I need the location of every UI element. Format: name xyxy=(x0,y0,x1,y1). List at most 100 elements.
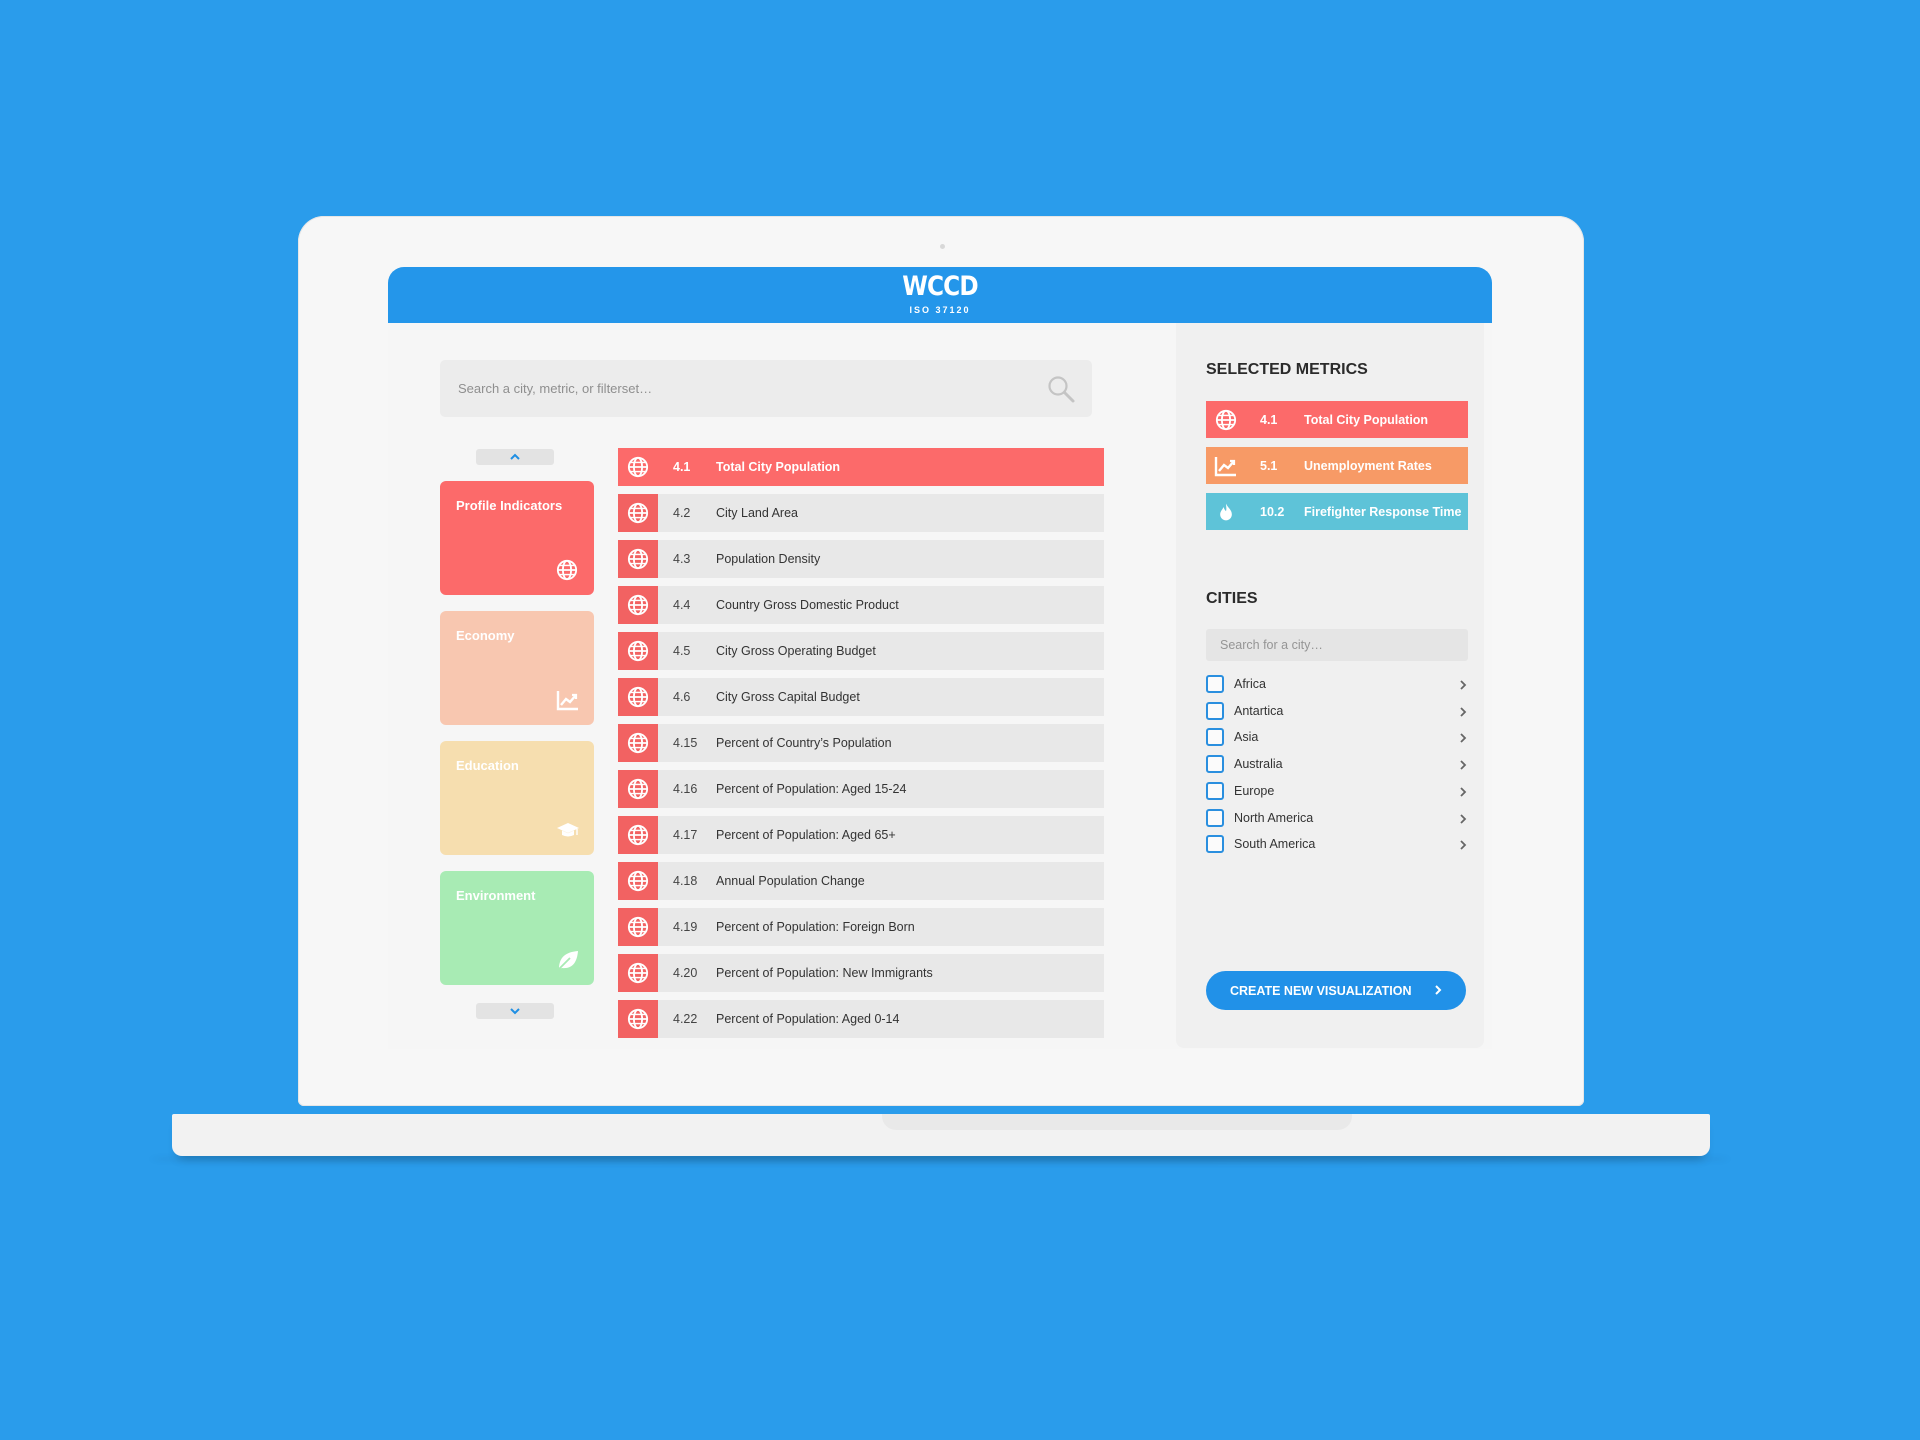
globe-icon xyxy=(618,448,658,486)
metric-number: 4.1 xyxy=(673,460,691,474)
city-checkbox[interactable] xyxy=(1206,781,1224,800)
city-item[interactable]: South America xyxy=(1206,834,1468,854)
chevron-right-icon[interactable] xyxy=(1458,705,1468,717)
metric-row[interactable]: 4.6 City Gross Capital Budget xyxy=(618,678,1104,716)
globe-icon xyxy=(618,770,658,808)
metric-name: Percent of Population: Foreign Born xyxy=(716,920,915,934)
globe-icon xyxy=(618,862,658,900)
city-item[interactable]: Australia xyxy=(1206,754,1468,774)
city-checkbox[interactable] xyxy=(1206,755,1224,774)
laptop-base-notch xyxy=(882,1114,1352,1130)
category-card-profile-indicators[interactable]: Profile Indicators xyxy=(440,481,594,595)
graduation-cap-icon xyxy=(556,819,580,841)
chevron-right-icon[interactable] xyxy=(1458,785,1468,797)
metric-row[interactable]: 4.19 Percent of Population: Foreign Born xyxy=(618,908,1104,946)
chevron-right-icon[interactable] xyxy=(1458,678,1468,690)
flame-icon xyxy=(1206,501,1246,523)
globe-icon xyxy=(618,678,658,716)
metric-row[interactable]: 4.2 City Land Area xyxy=(618,494,1104,532)
metric-name: Country Gross Domestic Product xyxy=(716,598,899,612)
globe-icon xyxy=(618,954,658,992)
city-name: North America xyxy=(1234,810,1314,825)
right-panel: SELECTED METRICS 4.1 Total City Populatio… xyxy=(1176,323,1484,1048)
logo[interactable]: WCCD xyxy=(465,271,1414,302)
laptop-camera xyxy=(940,244,945,249)
city-name: Africa xyxy=(1234,677,1266,691)
selected-metric-item[interactable]: 4.1 Total City Population xyxy=(1206,401,1468,438)
selected-metric-item[interactable]: 10.2 Firefighter Response Time xyxy=(1206,493,1468,530)
metric-name: Percent of Population: New Immigrants xyxy=(716,966,933,980)
category-card-economy[interactable]: Economy xyxy=(440,611,594,725)
metric-row[interactable]: 4.15 Percent of Country’s Population xyxy=(618,724,1104,762)
search-icon[interactable] xyxy=(1046,374,1076,404)
selected-metric-name: Total City Population xyxy=(1304,412,1429,427)
chevron-right-icon[interactable] xyxy=(1458,731,1468,744)
metric-list: 4.1 Total City Population 4.2 City Land Are… xyxy=(618,448,1104,1046)
scroll-up-button[interactable] xyxy=(476,449,554,465)
metric-row[interactable]: 4.22 Percent of Population: Aged 0-14 xyxy=(618,1000,1104,1038)
search-input[interactable] xyxy=(458,360,1038,417)
city-checkbox[interactable] xyxy=(1206,675,1224,693)
leaf-icon xyxy=(556,949,580,971)
metric-name: City Gross Capital Budget xyxy=(716,690,860,704)
metric-name: Percent of Population: Aged 15-24 xyxy=(716,782,907,796)
metric-row[interactable]: 4.4 Country Gross Domestic Product xyxy=(618,586,1104,624)
metric-name: City Gross Operating Budget xyxy=(716,644,876,658)
city-item[interactable]: Antartica xyxy=(1206,701,1468,721)
selected-metric-name: Unemployment Rates xyxy=(1304,458,1432,473)
metric-number: 4.19 xyxy=(673,920,698,934)
line-chart-icon xyxy=(1206,455,1246,477)
globe-icon xyxy=(618,1000,658,1038)
globe-icon xyxy=(556,559,580,581)
metric-row[interactable]: 4.18 Annual Population Change xyxy=(618,862,1104,900)
category-card-environment[interactable]: Environment xyxy=(440,871,594,985)
chevron-right-icon[interactable] xyxy=(1458,758,1468,770)
metric-row[interactable]: 4.1 Total City Population xyxy=(618,448,1104,486)
city-name: South America xyxy=(1234,837,1316,852)
metric-number: 4.2 xyxy=(673,506,691,520)
city-search-input[interactable] xyxy=(1206,629,1468,661)
city-checkbox[interactable] xyxy=(1206,728,1224,747)
metric-name: Percent of Population: Aged 65+ xyxy=(716,828,896,842)
logo-subtitle: ISO 37120 xyxy=(909,305,971,315)
metric-row[interactable]: 4.16 Percent of Population: Aged 15-24 xyxy=(618,770,1104,808)
category-label: Education xyxy=(456,758,519,773)
city-name: Antartica xyxy=(1234,703,1284,718)
city-checkbox[interactable] xyxy=(1206,701,1224,720)
chevron-down-icon xyxy=(510,1008,520,1015)
category-card-education[interactable]: Education xyxy=(440,741,594,855)
category-label: Profile Indicators xyxy=(456,498,563,513)
city-name: Asia xyxy=(1234,730,1259,745)
selected-metrics-heading: SELECTED METRICS xyxy=(1206,361,1368,378)
metric-number: 4.15 xyxy=(673,736,698,750)
metric-row[interactable]: 4.5 City Gross Operating Budget xyxy=(618,632,1104,670)
city-item[interactable]: Africa xyxy=(1206,674,1468,694)
chevron-up-icon xyxy=(510,453,520,460)
metric-name: City Land Area xyxy=(716,506,798,520)
create-visualization-button[interactable]: CREATE NEW VISUALIZATION xyxy=(1206,971,1466,1010)
globe-icon xyxy=(618,724,658,762)
city-checkbox[interactable] xyxy=(1206,808,1224,827)
city-item[interactable]: Asia xyxy=(1206,727,1468,747)
chevron-right-icon xyxy=(1435,985,1442,995)
chevron-right-icon[interactable] xyxy=(1458,812,1468,824)
metric-row[interactable]: 4.3 Population Density xyxy=(618,540,1104,578)
globe-icon xyxy=(618,632,658,670)
city-checkbox[interactable] xyxy=(1206,835,1224,854)
app-screen: WCCD ISO 37120 Profile Indicators Economy… xyxy=(388,267,1492,1049)
category-label: Economy xyxy=(456,628,515,643)
city-item[interactable]: Europe xyxy=(1206,781,1468,801)
cities-heading: CITIES xyxy=(1206,590,1258,607)
globe-icon xyxy=(618,908,658,946)
create-visualization-label: CREATE NEW VISUALIZATION xyxy=(1230,983,1412,998)
scroll-down-button[interactable] xyxy=(476,1003,554,1019)
chevron-right-icon[interactable] xyxy=(1458,838,1468,850)
metric-number: 4.18 xyxy=(673,874,698,888)
metric-name: Population Density xyxy=(716,552,821,566)
selected-metric-item[interactable]: 5.1 Unemployment Rates xyxy=(1206,447,1468,484)
metric-row[interactable]: 4.17 Percent of Population: Aged 65+ xyxy=(618,816,1104,854)
globe-icon xyxy=(618,494,658,532)
city-name: Australia xyxy=(1234,757,1283,772)
metric-row[interactable]: 4.20 Percent of Population: New Immigrant… xyxy=(618,954,1104,992)
city-item[interactable]: North America xyxy=(1206,808,1468,828)
